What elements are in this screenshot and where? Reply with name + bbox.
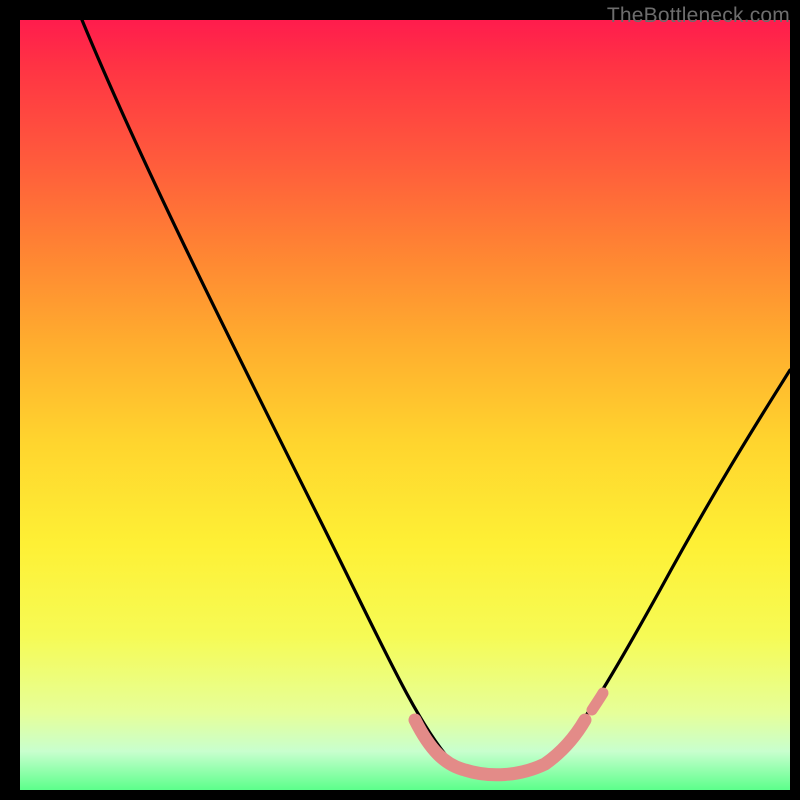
valley-highlight-tail xyxy=(592,693,603,710)
chart-frame xyxy=(20,20,790,790)
watermark-text: TheBottleneck.com xyxy=(607,4,790,28)
curve-path xyxy=(82,20,790,776)
bottleneck-curve xyxy=(20,20,790,790)
